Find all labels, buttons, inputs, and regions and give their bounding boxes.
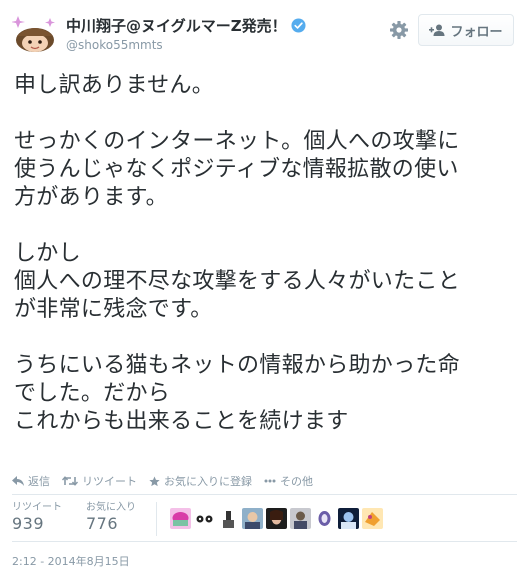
tweet-line: しかし [14, 241, 81, 266]
favoriter-avatar[interactable] [218, 508, 239, 529]
tweet-header: 中川翔子@ヌイグルマーZ発売！ @shoko55mmts フォロー [0, 0, 523, 62]
favoriter-avatar[interactable] [266, 508, 287, 529]
divider [12, 541, 517, 542]
tweet-line: 申し訳ありません。 [14, 73, 215, 98]
favoriter-avatar-image [266, 508, 287, 529]
favorite-count-label: お気に入り [86, 502, 136, 513]
avatar-image [12, 14, 58, 56]
favoriter-avatar[interactable] [314, 508, 335, 529]
tweet-paragraph: うちにいる猫もネットの情報から助かった命 でした。だから これからも出来ることを… [14, 352, 519, 436]
favoriter-avatar-image [218, 508, 239, 529]
reply-label: 返信 [28, 475, 50, 488]
tweet-line: うちにいる猫もネットの情報から助かった命 [14, 353, 461, 378]
tweet-stats: リツイート 939 お気に入り 776 [12, 502, 148, 538]
favorite-label: お気に入りに登録 [164, 475, 252, 488]
tweet-line: せっかくのインターネット。個人への攻撃に [14, 129, 460, 154]
avatar[interactable] [12, 14, 58, 56]
favoriter-avatar-image [242, 508, 263, 529]
more-label: その他 [280, 475, 313, 488]
tweet-paragraph: しかし 個人への理不尽な攻撃をする人々がいたこと が非常に残念です。 [14, 240, 519, 324]
favoriter-avatar[interactable] [194, 508, 215, 529]
favoriter-avatar-image [290, 508, 311, 529]
tweet-line: が非常に残念です。 [14, 297, 213, 322]
favoriter-avatar[interactable] [170, 508, 191, 529]
favoriter-avatars [170, 508, 383, 529]
retweet-icon [62, 476, 78, 486]
tweet-paragraph: 申し訳ありません。 [14, 72, 519, 100]
name-row: 中川翔子@ヌイグルマーZ発売！ [66, 14, 306, 36]
favoriter-avatar-image [170, 508, 191, 529]
reply-button[interactable]: 返信 [12, 473, 50, 489]
retweet-label: リツイート [82, 475, 137, 488]
favorite-button[interactable]: お気に入りに登録 [149, 473, 252, 489]
favoriter-avatar[interactable] [290, 508, 311, 529]
favoriter-avatar[interactable] [242, 508, 263, 529]
tweet-line: 使うんじゃなくポジティブな情報拡散の使い [14, 157, 459, 182]
favoriter-avatar-image [338, 508, 359, 529]
tweet-line: でした。だから [14, 381, 171, 406]
tweet-actions: 返信 リツイート お気に入りに登録 その他 [12, 472, 325, 490]
divider [12, 494, 517, 495]
more-button[interactable]: その他 [264, 473, 313, 489]
favorite-count-value: 776 [86, 514, 119, 533]
star-icon [149, 475, 160, 486]
follow-button[interactable]: フォロー [418, 14, 514, 46]
tweet-paragraph: せっかくのインターネット。個人への攻撃に 使うんじゃなくポジティブな情報拡散の使… [14, 128, 519, 212]
tweet-line: 方があります。 [14, 185, 168, 210]
favorite-count[interactable]: お気に入り 776 [86, 502, 148, 538]
retweet-count-value: 939 [12, 514, 45, 533]
favoriter-avatar[interactable] [362, 508, 383, 529]
tweet-text: 申し訳ありません。 せっかくのインターネット。個人への攻撃に 使うんじゃなくポジ… [14, 72, 519, 464]
stats-separator [156, 502, 157, 536]
tweet-line: 個人への理不尽な攻撃をする人々がいたこと [14, 269, 461, 294]
favoriter-avatar-image [362, 508, 383, 529]
tweet-timestamp[interactable]: 2:12 - 2014年8月15日 [12, 553, 130, 569]
more-dots-icon [264, 479, 276, 483]
verified-badge-icon [291, 17, 306, 33]
follow-button-label: フォロー [450, 24, 503, 40]
reply-icon [12, 476, 24, 486]
display-name[interactable]: 中川翔子@ヌイグルマーZ発売！ [66, 15, 287, 36]
favoriter-avatar[interactable] [338, 508, 359, 529]
add-user-icon [429, 24, 445, 36]
favoriter-avatar-image [194, 508, 215, 529]
favoriter-avatar-image [314, 508, 335, 529]
tweet-line: これからも出来ることを続けます [14, 409, 349, 434]
user-handle[interactable]: @shoko55mmts [66, 38, 163, 52]
retweet-count-label: リツイート [12, 502, 62, 513]
gear-icon[interactable] [389, 20, 409, 40]
retweet-count[interactable]: リツイート 939 [12, 502, 74, 538]
retweet-button[interactable]: リツイート [62, 473, 137, 489]
